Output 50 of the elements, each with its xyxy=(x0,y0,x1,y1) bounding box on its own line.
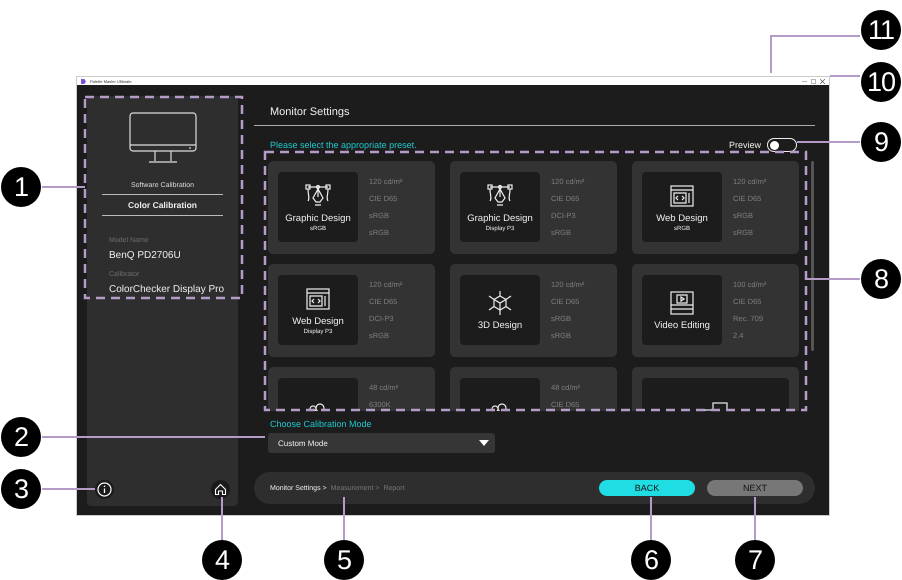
preset-title: Web Design xyxy=(292,316,344,326)
callout-number: 10 xyxy=(861,62,901,102)
callout-number: 7 xyxy=(735,540,775,580)
callout-number: 3 xyxy=(1,469,41,509)
leader-line xyxy=(754,497,756,540)
maximize-icon[interactable] xyxy=(811,78,816,84)
leader-line xyxy=(42,186,85,188)
preset-title: Graphic Design xyxy=(467,212,533,224)
calibration-mode-dropdown[interactable]: Custom Mode xyxy=(268,433,495,453)
calibration-title: Color Calibration xyxy=(128,200,197,210)
callout-number: 4 xyxy=(202,540,242,580)
leader-line xyxy=(797,141,860,143)
callout-number: 9 xyxy=(861,122,901,162)
leader-line xyxy=(830,75,860,77)
close-icon[interactable] xyxy=(820,78,825,84)
back-button[interactable]: BACK xyxy=(599,480,695,496)
code-window-icon xyxy=(669,182,695,208)
preset-title: Web Design xyxy=(656,212,708,224)
leader-line xyxy=(650,497,652,540)
scrollbar[interactable] xyxy=(811,161,814,351)
cube-icon xyxy=(487,290,513,316)
calibration-mode-label: Choose Calibration Mode xyxy=(270,419,373,429)
info-icon[interactable] xyxy=(95,480,114,499)
instruction-text: Please select the appropriate preset. xyxy=(270,140,417,150)
preset-title: Video Editing xyxy=(654,320,710,330)
callout-number: 1 xyxy=(1,167,41,207)
calibrator-value: ColorChecker Display Pro xyxy=(109,284,224,295)
home-icon[interactable] xyxy=(211,480,230,499)
callout-number: 11 xyxy=(861,10,901,50)
preview-label: Preview xyxy=(728,140,761,150)
dropdown-caret-icon xyxy=(479,440,489,446)
code-window-icon xyxy=(305,286,331,312)
callout-number: 8 xyxy=(861,259,901,299)
preset-title: Graphic Design xyxy=(285,212,351,224)
video-editor-icon xyxy=(669,290,695,316)
page-title: Monitor Settings xyxy=(269,105,350,120)
pen-tool-icon xyxy=(487,182,513,208)
pen-tool-icon xyxy=(305,182,331,208)
callout-number: 5 xyxy=(324,540,364,580)
leader-line xyxy=(343,497,345,540)
preset-title: 3D Design xyxy=(478,320,522,330)
callout-number: 6 xyxy=(631,540,671,580)
leader-line xyxy=(42,488,95,490)
app-logo-icon xyxy=(81,78,86,84)
leader-line xyxy=(806,278,860,280)
model-name-value: BenQ PD2706U xyxy=(109,250,181,261)
leader-line xyxy=(221,497,223,540)
monitor-icon xyxy=(128,112,196,164)
callout-number: 2 xyxy=(1,417,41,457)
preview-toggle[interactable] xyxy=(767,138,797,152)
